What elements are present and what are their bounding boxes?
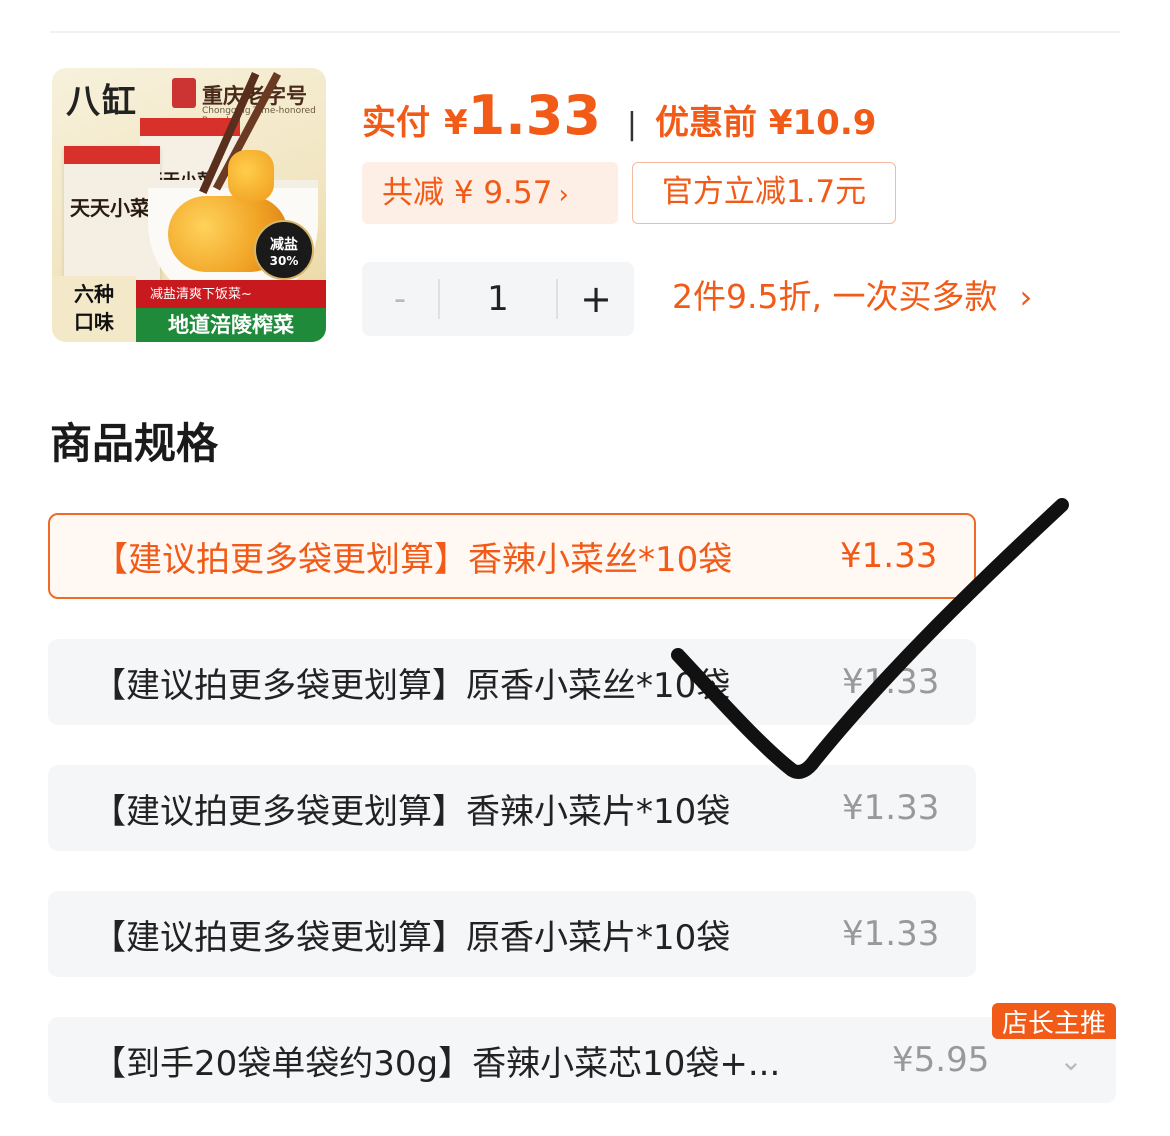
spec-option-price: ¥1.33 [840,536,938,576]
image-brand-text: 八缸 [66,82,138,122]
image-seal-icon [172,78,196,108]
price-separator: | [626,107,638,142]
original-price: 优惠前 ¥10.9 [655,103,877,143]
price-amount: 1.33 [467,84,601,147]
product-image[interactable]: 八缸 重庆老字号 Chongqing Time-honored Brand 天天… [52,68,326,342]
total-discount-chip[interactable]: 共减 ¥ 9.57 › [362,162,618,224]
spec-option-price: ¥1.33 [842,914,940,954]
image-tagline: 减盐清爽下饭菜~ [136,280,326,310]
image-food-piece [228,150,274,202]
chevron-right-icon: › [1019,278,1033,316]
spec-section-title: 商品规格 [50,419,219,468]
decrease-button[interactable]: - [362,279,438,319]
spec-option-label: 【建议拍更多袋更划算】原香小菜丝*10袋 [92,665,731,706]
chevron-right-icon: › [558,180,569,210]
image-bottom-banner: 六种 口味 减盐清爽下饭菜~ 地道涪陵榨菜 [52,276,326,342]
multi-buy-promo-link[interactable]: 2件9.5折, 一次买多款 › [672,270,1032,330]
total-discount-label: 共减 ¥ 9.57 [382,175,553,211]
spec-option-5[interactable]: 【到手20袋单袋约30g】香辣小菜芯10袋+... ¥5.95 ⌄ 店长主推 [48,1003,1116,1103]
image-badge-line2: 30% [269,254,299,268]
image-flavor-text: 六种 口味 [52,276,136,342]
spec-option-label: 【建议拍更多袋更划算】香辣小菜片*10袋 [92,791,731,832]
spec-option-2[interactable]: 【建议拍更多袋更划算】原香小菜丝*10袋 ¥1.33 [48,639,976,725]
spec-option-price: ¥1.33 [842,662,940,702]
spec-option-label: 【建议拍更多袋更划算】香辣小菜丝*10袋 [94,539,733,580]
image-slogan: 地道涪陵榨菜 [136,308,326,342]
store-recommend-badge: 店长主推 [991,1003,1116,1039]
spec-option-4[interactable]: 【建议拍更多袋更划算】原香小菜片*10袋 ¥1.33 [48,891,976,977]
spec-option-label: 【建议拍更多袋更划算】原香小菜片*10袋 [92,917,731,958]
image-salt-badge: 减盐 30% [254,220,314,280]
promo-text: 2件9.5折, 一次买多款 [672,277,998,316]
quantity-input[interactable]: 1 [440,279,556,319]
increase-button[interactable]: + [558,277,634,321]
price-currency: ¥ [444,103,468,143]
spec-option-label: 【到手20袋单袋约30g】香辣小菜芯10袋+... [92,1043,781,1084]
image-package-front-title: 天天小菜 [70,196,150,220]
quantity-stepper: - 1 + [362,262,634,336]
spec-option-price: ¥1.33 [842,788,940,828]
top-divider [50,31,1120,33]
spec-option-1[interactable]: 【建议拍更多袋更划算】香辣小菜丝*10袋 ¥1.33 [48,513,976,599]
price-row: 实付 ¥ 1.33 | 优惠前 ¥10.9 [362,84,876,150]
official-discount-label: 官方立减1.7元 [661,174,867,210]
image-badge-line1: 减盐 [270,237,298,253]
chevron-down-icon[interactable]: ⌄ [1026,1044,1116,1077]
spec-option-price: ¥5.95 [892,1040,990,1080]
spec-option-3[interactable]: 【建议拍更多袋更划算】香辣小菜片*10袋 ¥1.33 [48,765,976,851]
official-discount-chip: 官方立减1.7元 [632,162,896,224]
price-label: 实付 [362,103,430,143]
